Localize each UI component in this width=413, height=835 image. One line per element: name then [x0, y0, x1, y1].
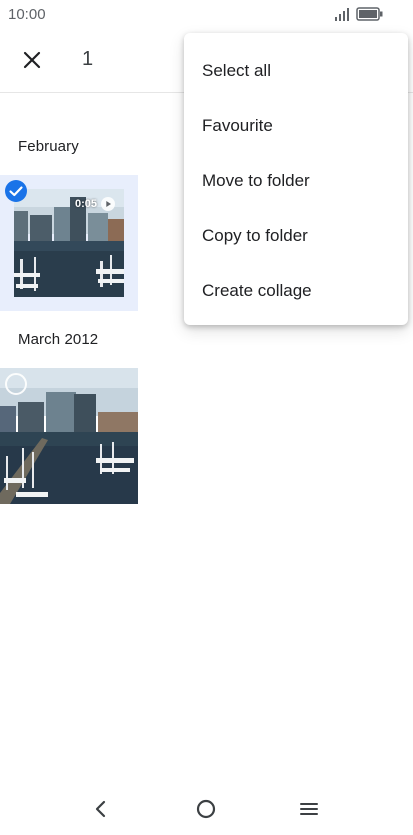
- system-nav-bar: [0, 785, 413, 835]
- menu-item-favourite[interactable]: Favourite: [184, 98, 408, 153]
- empty-circle-icon[interactable]: [4, 372, 28, 396]
- back-icon: [95, 800, 106, 818]
- menu-item-create-collage[interactable]: Create collage: [184, 263, 408, 318]
- selected-count: 1: [82, 48, 94, 70]
- status-bar: 10:00: [0, 0, 413, 30]
- video-duration: 0:05: [75, 198, 98, 210]
- menu-item-copy-to-folder[interactable]: Copy to folder: [184, 208, 408, 263]
- signal-icon: [335, 8, 349, 21]
- status-time: 10:00: [8, 6, 46, 23]
- home-button[interactable]: [188, 791, 224, 827]
- back-button[interactable]: [83, 791, 119, 827]
- home-icon: [196, 799, 216, 819]
- play-icon: [101, 197, 115, 211]
- close-button[interactable]: [18, 46, 46, 74]
- menu-item-move-to-folder[interactable]: Move to folder: [184, 153, 408, 208]
- menu-icon: [300, 803, 318, 815]
- section-label-march-2012: March 2012: [18, 331, 99, 348]
- check-circle-icon[interactable]: [4, 179, 28, 203]
- section-label-february: February: [18, 138, 79, 155]
- menu-item-select-all[interactable]: Select all: [184, 43, 408, 98]
- battery-icon: [356, 7, 383, 21]
- overflow-menu: Select all Favourite Move to folder Copy…: [184, 33, 408, 325]
- recents-button[interactable]: [291, 791, 327, 827]
- close-icon: [23, 51, 41, 69]
